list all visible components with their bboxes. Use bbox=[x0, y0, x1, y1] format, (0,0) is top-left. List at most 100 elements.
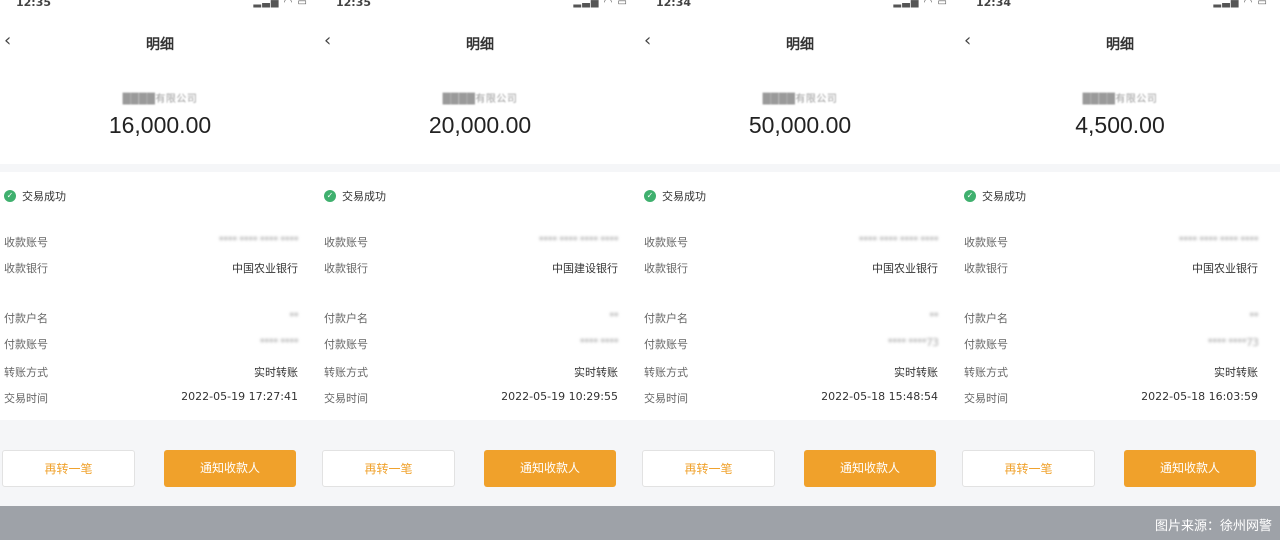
screenshot-strip: 12:35 ▂▃▅ ◠ ▭ ‹ 明细 ████有限公司 16,000.00 ✓ … bbox=[0, 0, 1280, 506]
transfer-again-button[interactable]: 再转一笔 bbox=[962, 450, 1095, 487]
row-trade-time: 交易时间 2022-05-18 15:48:54 bbox=[644, 390, 938, 406]
details-card: ✓ 交易成功 收款账号 **** **** **** **** 收款银行 中国农… bbox=[0, 172, 320, 420]
transaction-detail-screen-2: 12:35 ▂▃▅ ◠ ▭ ‹ 明细 ████有限公司 20,000.00 ✓ … bbox=[320, 0, 640, 506]
label-receiver-account: 收款账号 bbox=[964, 236, 1008, 249]
amount: 50,000.00 bbox=[748, 112, 852, 138]
signal-wifi-battery-icon: ▂▃▅ ◠ ▭ bbox=[573, 0, 628, 8]
transfer-again-button[interactable]: 再转一笔 bbox=[2, 450, 135, 487]
value-trade-time: 2022-05-18 15:48:54 bbox=[821, 390, 938, 403]
status-row: ✓ 交易成功 bbox=[324, 188, 386, 204]
value-payer-account: **** **** bbox=[579, 336, 619, 349]
row-payer-name: 付款户名 ** bbox=[644, 310, 939, 326]
payee-company: ████有限公司 bbox=[1082, 94, 1158, 105]
payee-company: ████有限公司 bbox=[122, 94, 198, 105]
row-transfer-method: 转账方式 实时转账 bbox=[964, 364, 1258, 380]
value-payer-account: **** **** bbox=[259, 336, 299, 349]
amount-header: ████有限公司 16,000.00 bbox=[0, 68, 320, 164]
label-trade-time: 交易时间 bbox=[324, 392, 368, 405]
status-time: 12:34 bbox=[656, 0, 692, 9]
page-title: 明细 bbox=[786, 37, 814, 53]
label-payer-name: 付款户名 bbox=[324, 312, 368, 325]
row-payer-name: 付款户名 ** bbox=[4, 310, 299, 326]
row-transfer-method: 转账方式 实时转账 bbox=[324, 364, 618, 380]
nav-bar: ‹ 明细 bbox=[0, 16, 320, 68]
status-text: 交易成功 bbox=[22, 190, 66, 203]
row-receiver-account: 收款账号 **** **** **** **** bbox=[964, 234, 1259, 250]
notify-payee-button[interactable]: 通知收款人 bbox=[1124, 450, 1256, 487]
status-text: 交易成功 bbox=[982, 190, 1026, 203]
row-trade-time: 交易时间 2022-05-18 16:03:59 bbox=[964, 390, 1258, 406]
value-receiver-bank: 中国建设银行 bbox=[552, 262, 618, 275]
value-transfer-method: 实时转账 bbox=[254, 366, 298, 379]
row-receiver-bank: 收款银行 中国农业银行 bbox=[964, 260, 1258, 276]
row-payer-account: 付款账号 **** ****73 bbox=[644, 336, 939, 352]
value-receiver-account: **** **** **** **** bbox=[1178, 234, 1259, 247]
label-receiver-bank: 收款银行 bbox=[644, 262, 688, 275]
status-row: ✓ 交易成功 bbox=[644, 188, 706, 204]
signal-wifi-battery-icon: ▂▃▅ ◠ ▭ bbox=[1213, 0, 1268, 8]
row-receiver-account: 收款账号 **** **** **** **** bbox=[4, 234, 299, 250]
signal-wifi-battery-icon: ▂▃▅ ◠ ▭ bbox=[253, 0, 308, 8]
transaction-detail-screen-1: 12:35 ▂▃▅ ◠ ▭ ‹ 明细 ████有限公司 16,000.00 ✓ … bbox=[0, 0, 320, 506]
row-payer-account: 付款账号 **** **** bbox=[324, 336, 619, 352]
row-receiver-account: 收款账号 **** **** **** **** bbox=[324, 234, 619, 250]
details-card: ✓ 交易成功 收款账号 **** **** **** **** 收款银行 中国农… bbox=[960, 172, 1280, 420]
nav-bar: ‹ 明细 bbox=[320, 16, 640, 68]
check-circle-icon: ✓ bbox=[644, 190, 656, 202]
status-bar: 12:35 ▂▃▅ ◠ ▭ bbox=[320, 0, 640, 16]
row-transfer-method: 转账方式 实时转账 bbox=[644, 364, 938, 380]
row-transfer-method: 转账方式 实时转账 bbox=[4, 364, 298, 380]
value-receiver-bank: 中国农业银行 bbox=[872, 262, 938, 275]
notify-payee-button[interactable]: 通知收款人 bbox=[484, 450, 616, 487]
value-receiver-account: **** **** **** **** bbox=[218, 234, 299, 247]
value-receiver-account: **** **** **** **** bbox=[538, 234, 619, 247]
status-text: 交易成功 bbox=[662, 190, 706, 203]
status-text: 交易成功 bbox=[342, 190, 386, 203]
amount-header: ████有限公司 4,500.00 bbox=[960, 68, 1280, 164]
label-receiver-bank: 收款银行 bbox=[4, 262, 48, 275]
check-circle-icon: ✓ bbox=[324, 190, 336, 202]
value-payer-account: **** ****73 bbox=[887, 336, 939, 349]
label-receiver-bank: 收款银行 bbox=[964, 262, 1008, 275]
transfer-again-button[interactable]: 再转一笔 bbox=[322, 450, 455, 487]
action-bar: 再转一笔 通知收款人 bbox=[960, 430, 1280, 506]
transfer-again-button[interactable]: 再转一笔 bbox=[642, 450, 775, 487]
row-payer-account: 付款账号 **** **** bbox=[4, 336, 299, 352]
action-bar: 再转一笔 通知收款人 bbox=[0, 430, 320, 506]
label-payer-account: 付款账号 bbox=[4, 338, 48, 351]
label-trade-time: 交易时间 bbox=[964, 392, 1008, 405]
row-receiver-account: 收款账号 **** **** **** **** bbox=[644, 234, 939, 250]
signal-wifi-battery-icon: ▂▃▅ ◠ ▭ bbox=[893, 0, 948, 8]
row-payer-account: 付款账号 **** ****73 bbox=[964, 336, 1259, 352]
payee-company: ████有限公司 bbox=[762, 94, 838, 105]
value-trade-time: 2022-05-19 10:29:55 bbox=[501, 390, 618, 403]
amount-header: ████有限公司 50,000.00 bbox=[640, 68, 960, 164]
label-payer-account: 付款账号 bbox=[324, 338, 368, 351]
label-payer-name: 付款户名 bbox=[644, 312, 688, 325]
value-transfer-method: 实时转账 bbox=[574, 366, 618, 379]
value-trade-time: 2022-05-18 16:03:59 bbox=[1141, 390, 1258, 403]
status-bar: 12:35 ▂▃▅ ◠ ▭ bbox=[0, 0, 320, 16]
payee-company: ████有限公司 bbox=[442, 94, 518, 105]
row-trade-time: 交易时间 2022-05-19 10:29:55 bbox=[324, 390, 618, 406]
label-transfer-method: 转账方式 bbox=[964, 366, 1008, 379]
status-time: 12:35 bbox=[16, 0, 52, 9]
label-receiver-account: 收款账号 bbox=[324, 236, 368, 249]
label-receiver-bank: 收款银行 bbox=[324, 262, 368, 275]
notify-payee-button[interactable]: 通知收款人 bbox=[804, 450, 936, 487]
status-bar: 12:34 ▂▃▅ ◠ ▭ bbox=[960, 0, 1280, 16]
label-receiver-account: 收款账号 bbox=[644, 236, 688, 249]
label-receiver-account: 收款账号 bbox=[4, 236, 48, 249]
page-title: 明细 bbox=[466, 37, 494, 53]
label-trade-time: 交易时间 bbox=[644, 392, 688, 405]
amount-header: ████有限公司 20,000.00 bbox=[320, 68, 640, 164]
label-trade-time: 交易时间 bbox=[4, 392, 48, 405]
row-receiver-bank: 收款银行 中国农业银行 bbox=[644, 260, 938, 276]
label-payer-name: 付款户名 bbox=[964, 312, 1008, 325]
label-payer-name: 付款户名 bbox=[4, 312, 48, 325]
notify-payee-button[interactable]: 通知收款人 bbox=[164, 450, 296, 487]
label-transfer-method: 转账方式 bbox=[324, 366, 368, 379]
transaction-detail-screen-3: 12:34 ▂▃▅ ◠ ▭ ‹ 明细 ████有限公司 50,000.00 ✓ … bbox=[640, 0, 960, 506]
value-payer-name: ** bbox=[929, 310, 939, 323]
label-transfer-method: 转账方式 bbox=[4, 366, 48, 379]
